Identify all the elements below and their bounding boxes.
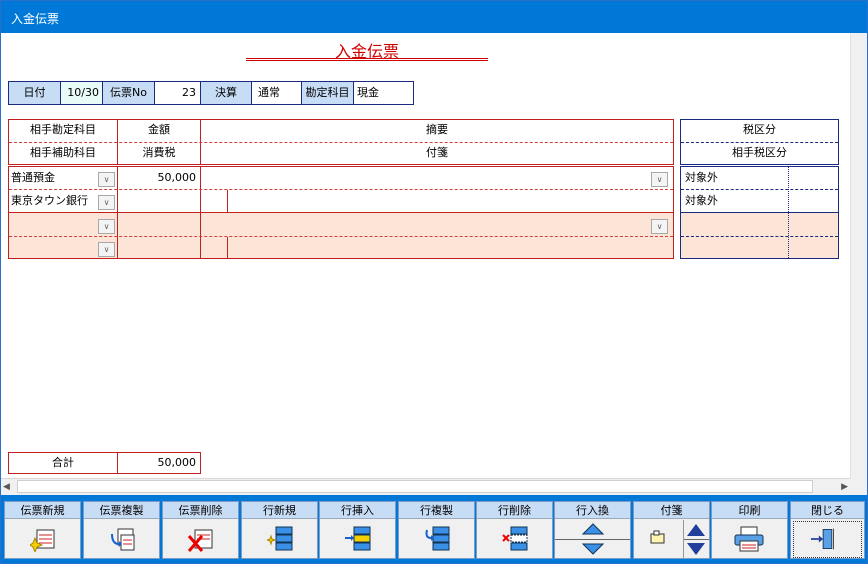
chevron-down-icon[interactable]: ∨ [651, 172, 668, 187]
exit-door-icon [811, 528, 834, 550]
divider [9, 212, 673, 213]
title-underline-double [246, 60, 488, 61]
new-row-icon [267, 526, 293, 551]
sticky-up-icon[interactable] [686, 523, 706, 537]
delete-slip-label: 伝票削除 [163, 502, 238, 519]
title-underline [246, 58, 488, 59]
chevron-down-icon[interactable]: ∨ [98, 219, 115, 234]
divider [227, 190, 228, 212]
window-title: 入金伝票 [11, 12, 60, 26]
copy-slip-button[interactable]: 伝票複製 [83, 501, 160, 559]
divider [9, 189, 673, 190]
close-label: 閉じる [791, 502, 864, 519]
total-value: 50,000 [157, 456, 197, 469]
divider [227, 237, 228, 258]
chevron-down-icon[interactable]: ∨ [98, 172, 115, 187]
insert-row-button[interactable]: 行挿入 [319, 501, 396, 559]
slip-no-label: 伝票No [102, 81, 155, 105]
new-row-label: 行新規 [242, 502, 317, 519]
copy-row-icon [425, 526, 450, 551]
app-window: 入金伝票 入金伝票 日付 10/30 伝票No 23 決算 通常 勘定科目 現金… [0, 0, 868, 564]
sticky-button[interactable]: 付箋 [633, 501, 710, 559]
divider [681, 236, 838, 237]
toolbar: 伝票新規 伝票複製 伝票削除 行新規 行挿入 行複製 行削除 行入換 付箋 印刷… [1, 495, 867, 563]
counter-sub-account-cell[interactable]: 東京タウン銀行 [11, 190, 97, 212]
new-document-icon [30, 529, 55, 552]
swap-row-button[interactable]: 行入換 [554, 501, 631, 559]
printer-icon [734, 526, 764, 552]
chevron-down-icon[interactable]: ∨ [651, 219, 668, 234]
swap-row-label: 行入換 [555, 502, 630, 519]
divider [681, 212, 838, 213]
vertical-scrollbar[interactable] [850, 33, 867, 478]
col-summary: 摘要 [426, 123, 448, 136]
copy-document-icon [111, 528, 135, 551]
counter-tax-category-cell[interactable]: 対象外 [685, 190, 785, 212]
sticky-label: 付箋 [634, 502, 709, 519]
delete-slip-button[interactable]: 伝票削除 [162, 501, 239, 559]
col-counter-tax-category: 相手税区分 [732, 146, 787, 159]
insert-row-label: 行挿入 [320, 502, 395, 519]
delete-row-label: 行削除 [477, 502, 552, 519]
col-sticky-note: 付箋 [426, 146, 448, 159]
account-field[interactable]: 現金 [353, 81, 414, 105]
divider [555, 539, 630, 540]
total-label: 合計 [52, 456, 74, 469]
slip-form: 入金伝票 日付 10/30 伝票No 23 決算 通常 勘定科目 現金 相手勘定… [1, 33, 850, 478]
col-amount: 金額 [148, 123, 170, 136]
horizontal-scrollbar[interactable]: ◀ ▶ [1, 478, 850, 495]
new-row-button[interactable]: 行新規 [241, 501, 318, 559]
row-up-icon[interactable] [582, 523, 604, 535]
print-label: 印刷 [712, 502, 787, 519]
copy-slip-label: 伝票複製 [84, 502, 159, 519]
date-label: 日付 [8, 81, 61, 105]
chevron-down-icon[interactable]: ∨ [98, 195, 115, 210]
date-field[interactable]: 10/30 [60, 81, 103, 105]
scroll-thumb[interactable] [17, 480, 813, 493]
delete-document-icon [188, 529, 213, 552]
delete-row-button[interactable]: 行削除 [476, 501, 553, 559]
amount-cell[interactable]: 50,000 [118, 167, 197, 189]
delete-row-icon [502, 526, 528, 551]
insert-row-icon [345, 526, 371, 551]
sticky-down-icon[interactable] [686, 542, 706, 556]
settlement-field[interactable]: 通常 [251, 81, 302, 105]
counter-account-cell[interactable]: 普通預金 [11, 167, 97, 189]
chevron-down-icon[interactable]: ∨ [98, 242, 115, 257]
close-button[interactable]: 閉じる [790, 501, 865, 559]
col-counter-sub-account: 相手補助科目 [30, 146, 96, 159]
col-counter-account: 相手勘定科目 [30, 123, 96, 136]
scroll-left-icon[interactable]: ◀ [3, 482, 10, 492]
divider [684, 539, 709, 540]
copy-row-label: 行複製 [399, 502, 474, 519]
title-bar: 入金伝票 [1, 1, 867, 33]
new-slip-button[interactable]: 伝票新規 [4, 501, 81, 559]
copy-row-button[interactable]: 行複製 [398, 501, 475, 559]
col-tax-category: 税区分 [743, 123, 776, 136]
scroll-right-icon[interactable]: ▶ [841, 482, 848, 492]
scroll-corner [850, 478, 867, 495]
tax-category-cell[interactable]: 対象外 [685, 167, 785, 189]
slip-no-field[interactable]: 23 [154, 81, 201, 105]
account-label: 勘定科目 [301, 81, 354, 105]
print-button[interactable]: 印刷 [711, 501, 788, 559]
settlement-label: 決算 [200, 81, 252, 105]
row-down-icon[interactable] [582, 543, 604, 555]
col-consumption-tax: 消費税 [142, 146, 176, 159]
new-slip-label: 伝票新規 [5, 502, 80, 519]
sticky-note-icon [650, 530, 665, 544]
divider [9, 236, 673, 237]
